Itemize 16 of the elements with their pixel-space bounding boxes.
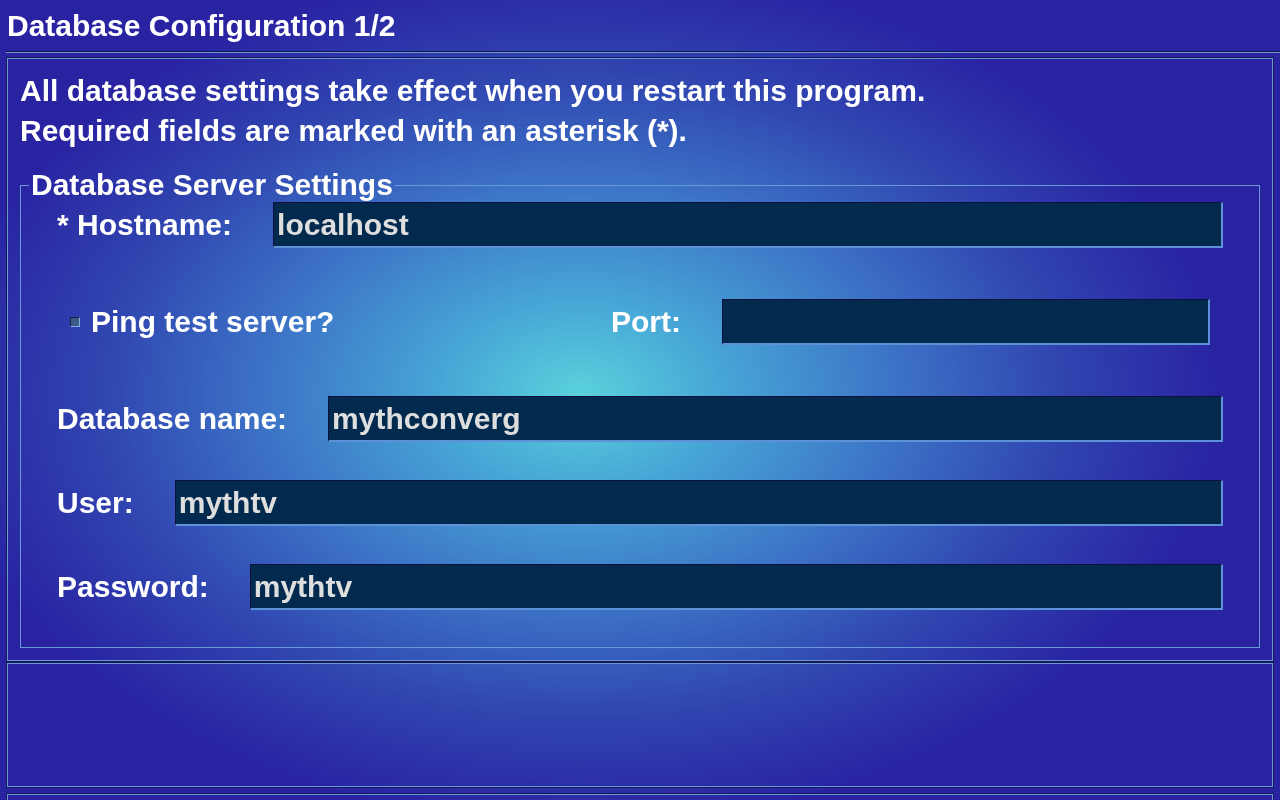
checkbox-label: Ping test server? (91, 304, 335, 340)
intro-text: Required fields are marked with an asterisk (*). (20, 113, 688, 149)
text-field[interactable]: mythconverg (328, 396, 1223, 442)
window-title: Database Configuration 1/2 (6, 8, 397, 44)
text-field[interactable]: mythtv (174, 480, 1223, 526)
field-label: Password: (57, 569, 209, 605)
checkbox[interactable] (70, 317, 80, 327)
group-title: Database Server Settings (30, 168, 394, 202)
text-field[interactable] (722, 299, 1210, 345)
text-field[interactable]: localhost (273, 202, 1223, 248)
field-label: Database name: (57, 401, 288, 437)
field-label: User: (57, 485, 134, 521)
intro-text: All database settings take effect when you restart this program. (20, 73, 927, 109)
field-label: Port: (611, 304, 681, 340)
field-label: * Hostname: (57, 207, 233, 243)
text-field[interactable]: mythtv (249, 564, 1223, 610)
